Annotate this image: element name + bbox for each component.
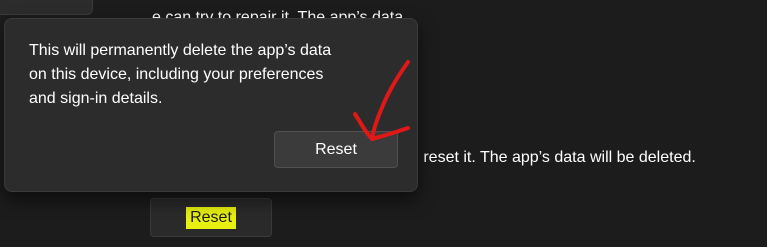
tab-stub xyxy=(0,0,93,15)
reset-description-text: t, reset it. The app’s data will be dele… xyxy=(410,149,696,166)
flyout-message: This will permanently delete the app’s d… xyxy=(29,42,332,107)
reset-button-label: Reset xyxy=(186,206,236,229)
confirm-reset-button[interactable]: Reset xyxy=(274,131,398,168)
reset-confirmation-flyout: This will permanently delete the app’s d… xyxy=(4,18,418,192)
reset-button[interactable]: Reset xyxy=(150,198,272,237)
